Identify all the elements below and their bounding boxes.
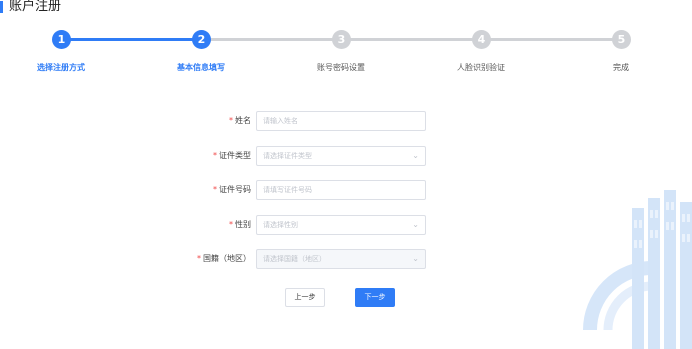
nationality-label: * 国籍（地区） — [197, 254, 251, 263]
id-number-label: * 证件号码 — [213, 185, 251, 194]
id-type-label: * 证件类型 — [213, 151, 251, 160]
form-row-id-type: * 证件类型 请选择证件类型 ⌄ — [0, 146, 692, 166]
step-connector-1 — [62, 38, 202, 41]
chevron-down-icon: ⌄ — [412, 151, 419, 160]
step-3-circle: 3 — [332, 30, 351, 49]
id-number-input-placeholder: 请填写证件号码 — [263, 186, 312, 194]
nationality-select-placeholder: 请选择国籍（地区） — [263, 255, 326, 263]
registration-stepper: 1 2 3 4 5 选择注册方式 基本信息填写 账号密码设置 人脸识别验证 完成 — [0, 0, 692, 80]
required-mark: * — [213, 151, 217, 160]
gender-select-placeholder: 请选择性别 — [263, 221, 298, 229]
gender-label: * 性别 — [229, 220, 251, 229]
required-mark: * — [213, 185, 217, 194]
step-4-circle: 4 — [472, 30, 491, 49]
nationality-select[interactable]: 请选择国籍（地区） ⌄ — [256, 249, 426, 269]
id-number-input[interactable]: 请填写证件号码 — [256, 180, 426, 200]
step-1-label: 选择注册方式 — [37, 63, 85, 72]
form-row-id-number: * 证件号码 请填写证件号码 — [0, 180, 692, 200]
name-input[interactable]: 请输入姓名 — [256, 111, 426, 131]
step-2-label: 基本信息填写 — [177, 63, 225, 72]
required-mark: * — [197, 254, 201, 263]
required-mark: * — [229, 116, 233, 125]
step-4-label: 人脸识别验证 — [457, 63, 505, 72]
required-mark: * — [229, 220, 233, 229]
id-type-select[interactable]: 请选择证件类型 ⌄ — [256, 146, 426, 166]
form-row-nationality: * 国籍（地区） 请选择国籍（地区） ⌄ — [0, 249, 692, 269]
step-1-circle: 1 — [52, 30, 71, 49]
step-connector-4 — [482, 38, 622, 41]
step-2-circle: 2 — [192, 30, 211, 49]
form-row-name: * 姓名 请输入姓名 — [0, 111, 692, 131]
form-row-gender: * 性别 请选择性别 ⌄ — [0, 215, 692, 235]
id-type-select-placeholder: 请选择证件类型 — [263, 152, 312, 160]
chevron-down-icon: ⌄ — [412, 220, 419, 229]
prev-step-button[interactable]: 上一步 — [285, 288, 325, 307]
step-5-label: 完成 — [613, 63, 629, 72]
step-connector-2 — [202, 38, 342, 41]
step-connector-3 — [342, 38, 482, 41]
step-3-label: 账号密码设置 — [317, 63, 365, 72]
name-input-placeholder: 请输入姓名 — [263, 117, 298, 125]
step-5-circle: 5 — [612, 30, 631, 49]
next-step-button[interactable]: 下一步 — [355, 288, 395, 307]
gender-select[interactable]: 请选择性别 ⌄ — [256, 215, 426, 235]
name-label: * 姓名 — [229, 116, 251, 125]
chevron-down-icon: ⌄ — [412, 254, 419, 263]
